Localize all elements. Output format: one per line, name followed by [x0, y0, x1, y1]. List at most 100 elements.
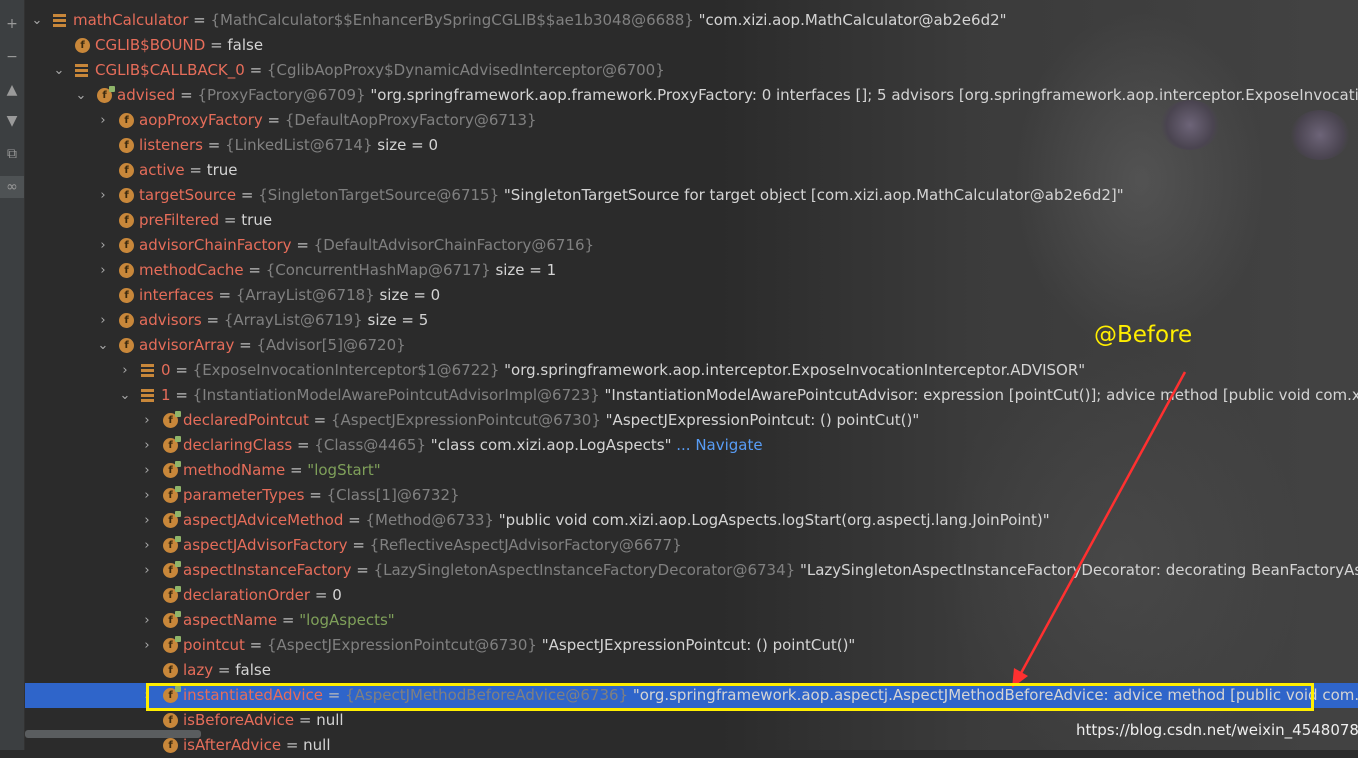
tree-row[interactable]: f listeners = {LinkedList@6714} size = 0 [25, 133, 1358, 158]
tree-row-text: declarationOrder = 0 [183, 583, 342, 608]
collapse-arrow-icon[interactable]: ⌄ [74, 83, 88, 108]
expand-arrow-icon[interactable]: › [140, 533, 154, 558]
type-label: {LinkedList@6714} [225, 136, 373, 154]
collapse-arrow-icon[interactable]: ⌄ [96, 333, 110, 358]
tree-row[interactable]: f declarationOrder = 0 [25, 583, 1358, 608]
tree-row[interactable]: › f declaringClass = {Class@4465} "class c… [25, 433, 1358, 458]
type-label: {ArrayList@6719} [223, 311, 363, 329]
type-label: {Method@6733} [365, 511, 494, 529]
collapse-arrow-icon[interactable]: ⌄ [52, 58, 66, 83]
expand-arrow-icon[interactable]: › [140, 558, 154, 583]
tree-row[interactable]: › f aspectJAdvisorFactory = {ReflectiveAsp… [25, 533, 1358, 558]
expand-arrow-icon[interactable]: › [96, 183, 110, 208]
field-name: aspectName [183, 611, 278, 629]
horizontal-scrollbar[interactable] [25, 730, 201, 738]
add-watch-icon[interactable]: + [0, 13, 24, 35]
expand-arrow-icon[interactable]: › [118, 358, 132, 383]
expand-arrow-icon[interactable]: › [96, 108, 110, 133]
expand-arrow-icon[interactable]: › [140, 433, 154, 458]
value-text: "AspectJExpressionPointcut: () pointCut(… [600, 411, 920, 429]
tree-row[interactable]: f interfaces = {ArrayList@6718} size = 0 [25, 283, 1358, 308]
tree-row[interactable]: f lazy = false [25, 658, 1358, 683]
tree-row[interactable]: › f aspectJAdviceMethod = {Method@6733} "p… [25, 508, 1358, 533]
tree-row[interactable]: › f aopProxyFactory = {DefaultAopProxyFact… [25, 108, 1358, 133]
tree-row[interactable]: › f aspectName = "logAspects" [25, 608, 1358, 633]
type-label: {LazySingletonAspectInstanceFactoryDecor… [373, 561, 796, 579]
field-icon: f [119, 188, 134, 203]
field-name: mathCalculator [73, 11, 189, 29]
value-text: false [235, 661, 271, 679]
collapse-arrow-icon[interactable]: ⌄ [30, 8, 44, 33]
value-text: true [206, 161, 238, 179]
equals-sign: = [170, 361, 193, 379]
equals-sign: = [244, 636, 267, 654]
expand-arrow-icon[interactable]: › [96, 258, 110, 283]
expand-arrow-icon[interactable]: › [140, 483, 154, 508]
remove-watch-icon[interactable]: − [0, 46, 24, 68]
tree-row[interactable]: f CGLIB$BOUND = false [25, 33, 1358, 58]
type-label: {ConcurrentHashMap@6717} [265, 261, 491, 279]
before-annotation-label: @Before [1094, 322, 1193, 348]
type-label: {Class[1]@6732} [326, 486, 460, 504]
field-name: parameterTypes [183, 486, 305, 504]
tree-row[interactable]: ⌄ mathCalculator = {MathCalculator$$Enhan… [25, 8, 1358, 33]
tree-row[interactable]: › f advisorChainFactory = {DefaultAdvisorC… [25, 233, 1358, 258]
tree-row-text: aspectJAdvisorFactory = {ReflectiveAspec… [183, 533, 682, 558]
tree-row[interactable]: › f targetSource = {SingletonTargetSource@… [25, 183, 1358, 208]
field-icon: f [163, 486, 181, 503]
expand-arrow-icon[interactable]: › [140, 408, 154, 433]
field-icon: f [75, 38, 90, 53]
tree-row[interactable]: › f declaredPointcut = {AspectJExpressionP… [25, 408, 1358, 433]
value-text: "public void com.xizi.aop.LogAspects.log… [493, 511, 1050, 529]
field-name: active [139, 161, 185, 179]
tree-row[interactable]: › f parameterTypes = {Class[1]@6732} [25, 483, 1358, 508]
tree-row[interactable]: f preFiltered = true [25, 208, 1358, 233]
tree-row-text: instantiatedAdvice = {AspectJMethodBefor… [183, 683, 1358, 708]
tree-row[interactable]: ⌄ CGLIB$CALLBACK_0 = {CglibAopProxy$Dynam… [25, 58, 1358, 83]
tree-row-text: aspectName = "logAspects" [183, 608, 395, 633]
move-down-icon[interactable]: ▼ [0, 110, 24, 132]
copy-icon[interactable]: ⧉ [0, 143, 24, 165]
field-icon: f [119, 313, 134, 328]
tree-row-text: advisorChainFactory = {DefaultAdvisorCha… [139, 233, 594, 258]
expand-arrow-icon[interactable]: › [96, 308, 110, 333]
field-icon: f [163, 713, 178, 728]
show-watches-icon[interactable]: ∞ [0, 176, 24, 198]
move-up-icon[interactable]: ▲ [0, 79, 24, 101]
field-name: isAfterAdvice [183, 736, 282, 754]
tree-row[interactable]: › f methodCache = {ConcurrentHashMap@6717}… [25, 258, 1358, 283]
field-name: aspectInstanceFactory [183, 561, 352, 579]
tree-row-text: active = true [139, 158, 238, 183]
field-icon: f [119, 138, 134, 153]
expand-arrow-icon[interactable]: › [140, 633, 154, 658]
tree-row-text: mathCalculator = {MathCalculator$$Enhanc… [73, 8, 1007, 33]
tree-row[interactable]: › 0 = {ExposeInvocationInterceptor$1@6722… [25, 358, 1358, 383]
equals-sign: = [347, 536, 370, 554]
equals-sign: = [219, 211, 242, 229]
tree-row[interactable]: › f pointcut = {AspectJExpressionPointcut@… [25, 633, 1358, 658]
value-text: "LazySingletonAspectInstanceFactoryDecor… [795, 561, 1358, 579]
equals-sign: = [308, 411, 331, 429]
tree-row[interactable]: ⌄ f advised = {ProxyFactory@6709} "org.spr… [25, 83, 1358, 108]
equals-sign: = [351, 561, 374, 579]
tree-row-text: aspectInstanceFactory = {LazySingletonAs… [183, 558, 1358, 583]
expand-arrow-icon[interactable]: › [140, 608, 154, 633]
expand-arrow-icon[interactable]: › [140, 683, 154, 708]
field-icon: f [163, 561, 181, 578]
tree-row-text: aopProxyFactory = {DefaultAopProxyFactor… [139, 108, 537, 133]
type-label: {CglibAopProxy$DynamicAdvisedInterceptor… [266, 61, 665, 79]
expand-arrow-icon[interactable]: › [96, 233, 110, 258]
expand-arrow-icon[interactable]: › [140, 508, 154, 533]
tree-row[interactable]: ⌄ 1 = {InstantiationModelAwarePointcutAdv… [25, 383, 1358, 408]
collapse-arrow-icon[interactable]: ⌄ [118, 383, 132, 408]
tree-row[interactable]: f active = true [25, 158, 1358, 183]
tree-row[interactable]: › f instantiatedAdvice = {AspectJMethodBef… [25, 683, 1358, 708]
tree-row[interactable]: › f methodName = "logStart" [25, 458, 1358, 483]
type-label: {Class@4465} [314, 436, 427, 454]
tree-row[interactable]: › f aspectInstanceFactory = {LazySingleton… [25, 558, 1358, 583]
navigate-link[interactable]: ... Navigate [671, 436, 762, 454]
equals-sign: = [213, 286, 236, 304]
expand-arrow-icon[interactable]: › [140, 458, 154, 483]
equals-sign: = [202, 136, 226, 154]
field-name: advisorArray [139, 336, 235, 354]
